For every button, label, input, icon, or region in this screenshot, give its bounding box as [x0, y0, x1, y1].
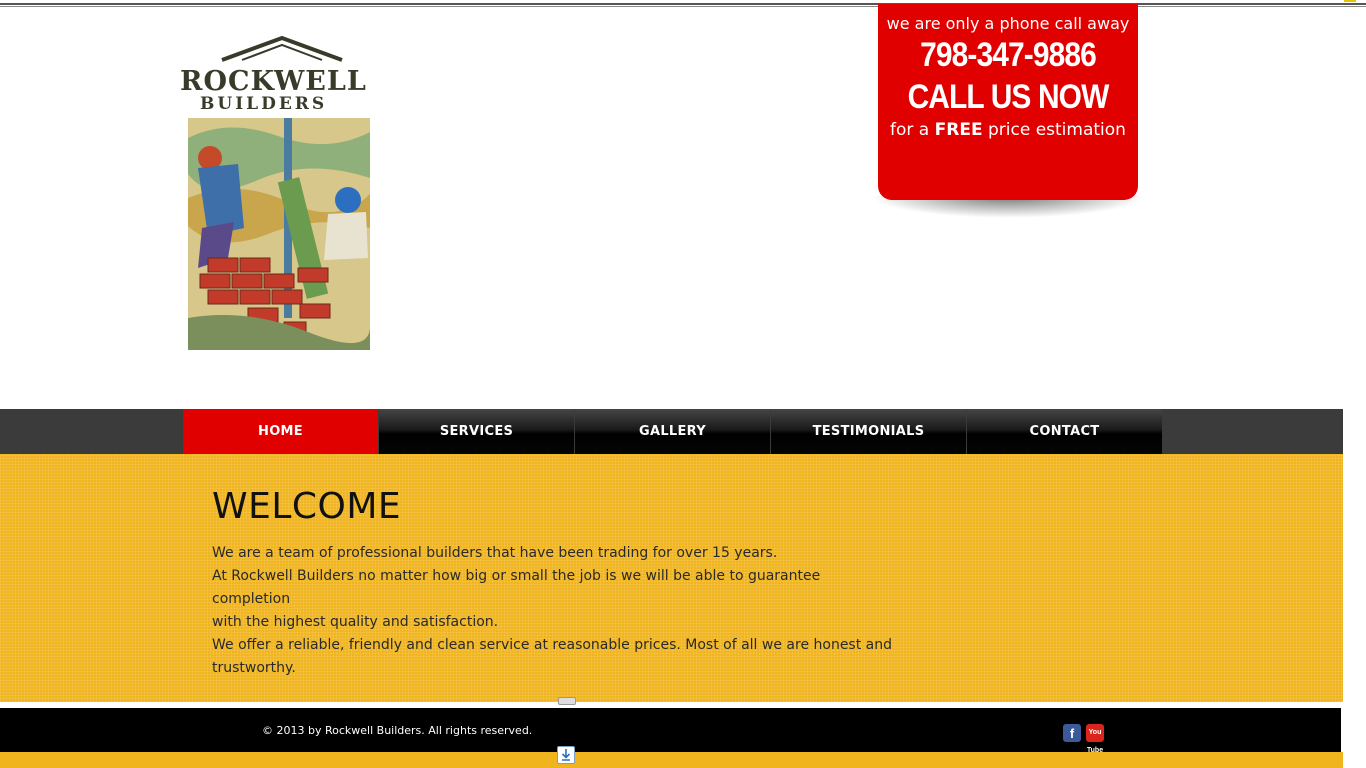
- banner-tagline: we are only a phone call away: [886, 14, 1130, 33]
- main-navigation: HOME SERVICES GALLERY TESTIMONIALS CONTA…: [183, 409, 1163, 454]
- bottom-strip: [0, 752, 1343, 768]
- nav-item-testimonials[interactable]: TESTIMONIALS: [771, 409, 966, 454]
- resize-handle[interactable]: [558, 697, 576, 705]
- top-stripe: [0, 0, 1366, 8]
- youtube-icon[interactable]: You Tube: [1086, 724, 1104, 754]
- call-us-now-text: CALL US NOW: [907, 78, 1110, 116]
- welcome-line: trustworthy.: [212, 660, 296, 676]
- welcome-line: At Rockwell Builders no matter how big o…: [212, 568, 821, 607]
- welcome-section: WELCOME We are a team of professional bu…: [0, 454, 1343, 702]
- download-icon[interactable]: [557, 746, 575, 764]
- nav-item-services[interactable]: SERVICES: [379, 409, 574, 454]
- welcome-line: with the highest quality and satisfactio…: [212, 614, 499, 630]
- welcome-line: We are a team of professional builders t…: [212, 545, 778, 561]
- nav-item-contact[interactable]: CONTACT: [967, 409, 1162, 454]
- call-us-banner[interactable]: we are only a phone call away 798-347-98…: [878, 4, 1138, 200]
- phone-number[interactable]: 798-347-9886: [894, 36, 1123, 75]
- copyright-text: © 2013 by Rockwell Builders. All rights …: [262, 724, 533, 737]
- nav-item-gallery[interactable]: GALLERY: [575, 409, 770, 454]
- free-estimation-text: for a FREE price estimation: [890, 120, 1126, 140]
- logo-text-builders: BUILDERS: [200, 94, 328, 114]
- welcome-line: We offer a reliable, friendly and clean …: [212, 637, 892, 653]
- logo-text-rockwell: ROCKWELL: [180, 66, 367, 97]
- footer: © 2013 by Rockwell Builders. All rights …: [0, 708, 1341, 754]
- builders-illustration: [188, 118, 370, 350]
- nav-item-home[interactable]: HOME: [183, 409, 378, 454]
- page-right-margin: [1343, 409, 1366, 768]
- roof-icon: [221, 35, 343, 62]
- facebook-icon[interactable]: f: [1063, 724, 1081, 742]
- welcome-heading: WELCOME: [212, 486, 402, 527]
- welcome-text: We are a team of professional builders t…: [212, 542, 892, 680]
- site-logo[interactable]: ROCKWELL BUILDERS: [160, 28, 406, 356]
